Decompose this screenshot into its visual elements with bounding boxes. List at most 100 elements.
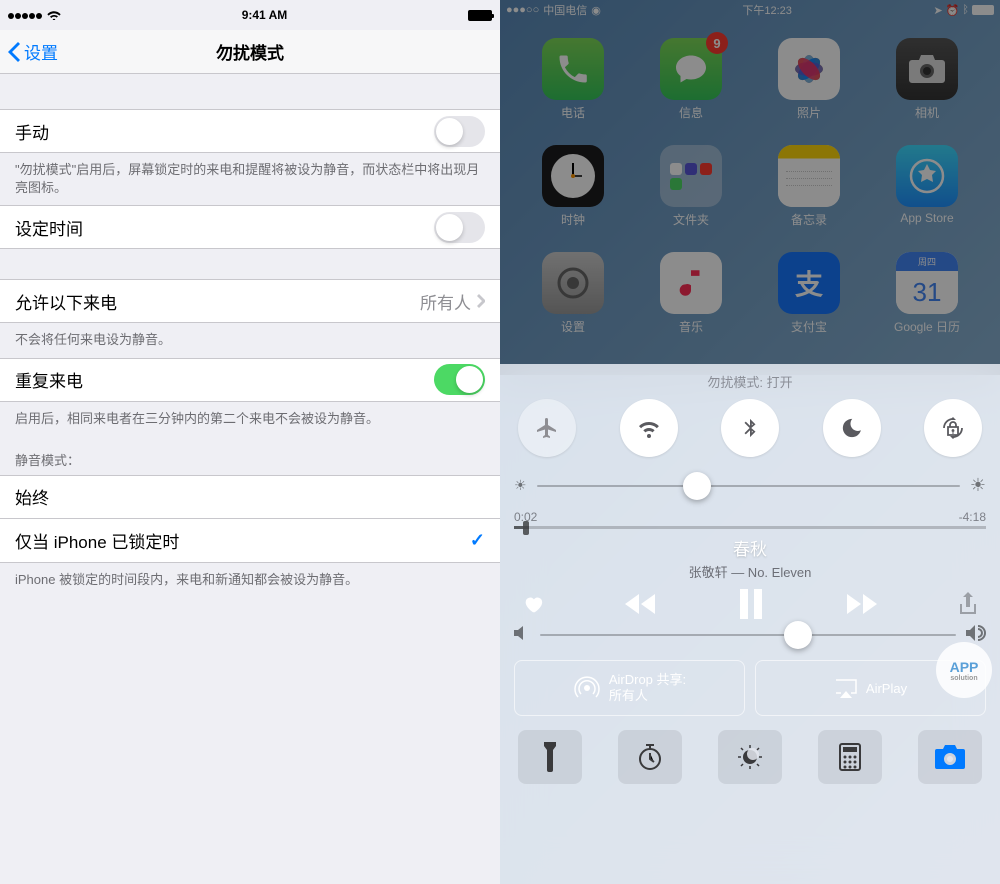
location-icon: ➤ <box>933 4 942 17</box>
app-label: 音乐 <box>679 318 703 335</box>
playback-scrubber[interactable] <box>514 526 986 529</box>
repeat-calls-switch[interactable] <box>434 364 485 395</box>
airdrop-button[interactable]: AirDrop 共享: 所有人 <box>514 660 745 716</box>
manual-note: "勿扰模式"启用后，屏幕锁定时的来电和提醒将被设为静音，而状态栏中将出现月亮图标… <box>0 153 500 205</box>
wifi-toggle[interactable] <box>620 399 678 457</box>
airdrop-value: 所有人 <box>609 688 686 704</box>
app-label: 电话 <box>561 104 585 121</box>
airdrop-label: AirDrop 共享: <box>609 672 686 688</box>
night-shift-button[interactable] <box>718 730 782 784</box>
next-button[interactable] <box>843 592 879 616</box>
signal-dots-icon: ●●●○○ <box>506 4 539 16</box>
brightness-low-icon: ☀ <box>514 477 527 494</box>
scheduled-label: 设定时间 <box>15 215 434 240</box>
locked-cell[interactable]: 仅当 iPhone 已锁定时 ✓ <box>0 519 500 563</box>
alarm-icon: ⏰ <box>946 4 960 17</box>
silence-header: 静音模式： <box>0 436 500 475</box>
app-label: 支付宝 <box>791 318 827 335</box>
always-label: 始终 <box>15 484 485 509</box>
control-center: 勿扰模式: 打开 ☀ ☀ 0:02 -4:18 春秋 张敬轩 — No. Ele <box>500 364 1000 884</box>
allow-calls-label: 允许以下来电 <box>15 289 420 314</box>
back-button[interactable]: 设置 <box>0 39 58 64</box>
app-photos[interactable]: 照片 <box>760 38 858 121</box>
battery-icon <box>972 5 994 15</box>
flashlight-button[interactable] <box>518 730 582 784</box>
repeat-calls-note: 启用后，相同来电者在三分钟内的第二个来电不会被设为静音。 <box>0 402 500 436</box>
play-pause-button[interactable] <box>738 589 764 619</box>
brightness-slider-row: ☀ ☀ <box>514 475 986 496</box>
app-message[interactable]: 9信息 <box>642 38 740 121</box>
app-settings[interactable]: 设置 <box>524 252 622 335</box>
app-music[interactable]: 音乐 <box>642 252 740 335</box>
app-label: 信息 <box>679 104 703 121</box>
app-phone[interactable]: 电话 <box>524 38 622 121</box>
song-artist: 张敬轩 — No. Eleven <box>514 562 986 581</box>
app-label: 文件夹 <box>673 211 709 228</box>
like-button[interactable] <box>522 593 544 615</box>
watermark: APPsolution <box>936 642 992 698</box>
app-calendar[interactable]: 周四31Google 日历 <box>878 252 976 335</box>
status-bar: ●●●○○ 中国电信 ◉ 下午12:23 ➤ ⏰ ᛒ <box>500 0 1000 20</box>
brightness-slider[interactable] <box>537 485 960 487</box>
volume-slider[interactable] <box>540 634 956 636</box>
badge: 9 <box>706 32 728 54</box>
back-label: 设置 <box>24 39 58 64</box>
previous-button[interactable] <box>623 592 659 616</box>
always-cell[interactable]: 始终 <box>0 475 500 519</box>
home-screen-dimmed: ●●●○○ 中国电信 ◉ 下午12:23 ➤ ⏰ ᛒ 电话9信息照片相机时钟文件… <box>500 0 1000 375</box>
repeat-calls-label: 重复来电 <box>15 367 434 392</box>
timer-button[interactable] <box>618 730 682 784</box>
checkmark-icon: ✓ <box>470 530 485 551</box>
status-time: 下午12:23 <box>742 2 792 18</box>
dnd-toggle[interactable] <box>823 399 881 457</box>
scheduled-switch[interactable] <box>434 212 485 243</box>
status-bar: 9:41 AM <box>0 0 500 30</box>
manual-switch[interactable] <box>434 116 485 147</box>
wifi-icon: ◉ <box>591 4 601 17</box>
brightness-high-icon: ☀ <box>970 475 986 496</box>
app-label: 时钟 <box>561 211 585 228</box>
manual-cell[interactable]: 手动 <box>0 109 500 153</box>
airplane-toggle[interactable] <box>518 399 576 457</box>
app-label: Google 日历 <box>894 318 960 335</box>
calculator-button[interactable] <box>818 730 882 784</box>
locked-label: 仅当 iPhone 已锁定时 <box>15 528 470 553</box>
app-notes[interactable]: 备忘录 <box>760 145 858 228</box>
airdrop-icon <box>573 674 601 702</box>
app-clock[interactable]: 时钟 <box>524 145 622 228</box>
app-camera[interactable]: 相机 <box>878 38 976 121</box>
app-appstore[interactable]: App Store <box>878 145 976 228</box>
locked-note: iPhone 被锁定的时间段内，来电和新通知都会被设为静音。 <box>0 563 500 597</box>
chevron-right-icon <box>477 294 485 308</box>
app-label: 相机 <box>915 104 939 121</box>
airplay-icon <box>834 678 858 698</box>
repeat-calls-cell[interactable]: 重复来电 <box>0 358 500 402</box>
home-control-screen: ●●●○○ 中国电信 ◉ 下午12:23 ➤ ⏰ ᛒ 电话9信息照片相机时钟文件… <box>500 0 1000 884</box>
rotation-lock-toggle[interactable] <box>924 399 982 457</box>
carrier-label: 中国电信 <box>543 2 587 18</box>
volume-low-icon <box>514 626 530 643</box>
bluetooth-icon: ᛒ <box>962 4 969 16</box>
allow-calls-note: 不会将任何来电设为静音。 <box>0 323 500 357</box>
airplay-label: AirPlay <box>866 681 907 696</box>
bluetooth-toggle[interactable] <box>721 399 779 457</box>
settings-screen: 9:41 AM 设置 勿扰模式 手动 "勿扰模式"启用后，屏幕锁定时的来电和提醒… <box>0 0 500 884</box>
status-time: 9:41 AM <box>242 8 288 22</box>
nav-bar: 设置 勿扰模式 <box>0 30 500 74</box>
camera-button[interactable] <box>918 730 982 784</box>
scheduled-cell[interactable]: 设定时间 <box>0 205 500 249</box>
app-folder[interactable]: 文件夹 <box>642 145 740 228</box>
wifi-icon <box>47 10 61 20</box>
allow-calls-cell[interactable]: 允许以下来电 所有人 <box>0 279 500 323</box>
share-button[interactable] <box>958 592 978 616</box>
volume-high-icon <box>966 625 986 644</box>
app-alipay[interactable]: 支支付宝 <box>760 252 858 335</box>
signal-dots-icon <box>8 8 43 22</box>
app-label: 备忘录 <box>791 211 827 228</box>
battery-icon <box>468 10 492 21</box>
app-label: 照片 <box>797 104 821 121</box>
app-label: 设置 <box>561 318 585 335</box>
dnd-status-text: 勿扰模式: 打开 <box>514 372 986 391</box>
remaining-time: -4:18 <box>959 510 986 524</box>
manual-label: 手动 <box>15 119 434 144</box>
